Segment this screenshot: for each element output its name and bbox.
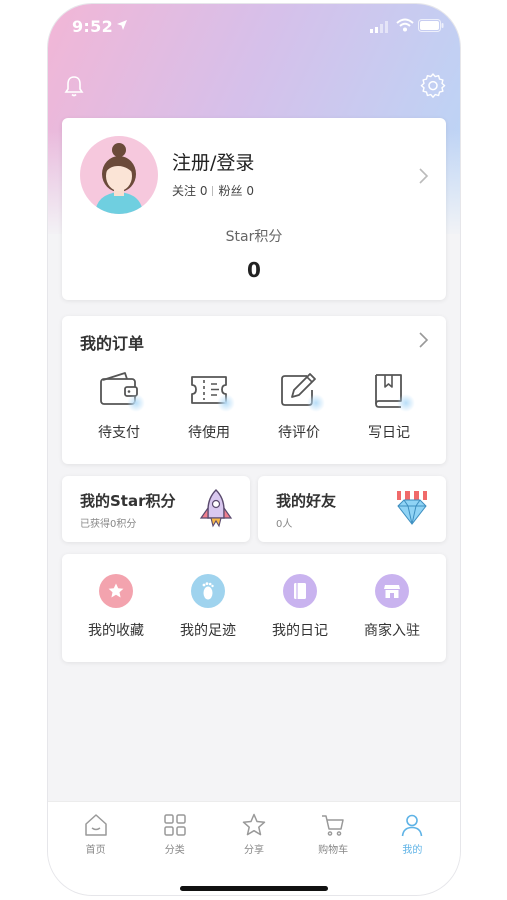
follow-stats: 关注 0 粉丝 0 bbox=[172, 182, 254, 199]
merchant-join[interactable]: 商家入驻 bbox=[350, 574, 434, 640]
service-label: 我的日记 bbox=[272, 623, 328, 639]
star-points-card[interactable]: 我的Star积分 已获得0积分 bbox=[62, 476, 250, 542]
my-favorites[interactable]: 我的收藏 bbox=[74, 574, 158, 640]
order-item-label: 写日记 bbox=[368, 425, 410, 441]
star-icon bbox=[99, 574, 133, 608]
wallet-icon bbox=[97, 370, 145, 412]
tab-category[interactable]: 分类 bbox=[138, 812, 212, 856]
rocket-icon bbox=[199, 489, 233, 528]
order-item-label: 待使用 bbox=[188, 425, 230, 441]
status-time: 9:52 bbox=[72, 17, 113, 36]
orders-card: 我的订单 待支付 待使用 待评价 写日记 bbox=[62, 316, 446, 464]
star-points-card-title: 我的Star积分 bbox=[80, 492, 176, 510]
divider bbox=[212, 186, 214, 196]
signal-icon bbox=[370, 21, 388, 33]
status-bar: 9:52 bbox=[48, 4, 460, 48]
icon-glow bbox=[217, 394, 235, 412]
services-card: 我的收藏 我的足迹 我的日记 商家入驻 bbox=[62, 554, 446, 662]
battery-icon bbox=[418, 19, 444, 32]
friends-card-subtitle: 0人 bbox=[276, 519, 293, 530]
diamond-icon bbox=[397, 491, 427, 525]
cart-icon bbox=[322, 815, 344, 836]
fans-label[interactable]: 粉丝 bbox=[218, 184, 242, 198]
order-item-label: 待评价 bbox=[278, 425, 320, 441]
order-item-label: 待支付 bbox=[98, 425, 140, 441]
location-arrow-icon bbox=[117, 20, 127, 30]
star-points-card-subtitle: 已获得0积分 bbox=[80, 519, 137, 530]
category-icon bbox=[164, 814, 186, 836]
service-label: 我的足迹 bbox=[180, 623, 236, 639]
fans-count[interactable]: 0 bbox=[246, 184, 254, 198]
order-pending-payment[interactable]: 待支付 bbox=[79, 370, 159, 450]
follow-count[interactable]: 0 bbox=[200, 184, 208, 198]
diary-book-icon bbox=[367, 370, 415, 412]
footprint-icon bbox=[191, 574, 225, 608]
tab-profile[interactable]: 我的 bbox=[375, 812, 449, 856]
order-write-diary[interactable]: 写日记 bbox=[349, 370, 429, 450]
tab-label: 分类 bbox=[164, 845, 185, 856]
gear-icon[interactable] bbox=[420, 72, 446, 98]
store-icon bbox=[375, 574, 409, 608]
order-status-row: 待支付 待使用 待评价 写日记 bbox=[62, 370, 446, 450]
tab-label: 分享 bbox=[243, 845, 264, 856]
service-label: 我的收藏 bbox=[88, 623, 144, 639]
wifi-icon bbox=[396, 18, 414, 32]
services-row: 我的收藏 我的足迹 我的日记 商家入驻 bbox=[62, 574, 446, 640]
ticket-icon bbox=[187, 370, 235, 412]
avatar-illustration-icon bbox=[95, 143, 143, 214]
home-icon bbox=[84, 814, 107, 836]
profile-icon bbox=[402, 814, 423, 837]
friends-card-title: 我的好友 bbox=[276, 492, 337, 510]
login-register-link[interactable]: 注册/登录 bbox=[172, 148, 254, 175]
service-label: 商家入驻 bbox=[364, 623, 420, 639]
chevron-right-icon[interactable] bbox=[418, 330, 430, 350]
bell-icon[interactable] bbox=[62, 74, 86, 98]
notebook-icon bbox=[283, 574, 317, 608]
order-to-use[interactable]: 待使用 bbox=[169, 370, 249, 450]
phone-screen: 9:52 注册/登录 关注 0 粉丝 0 Star积分 0 我的订单 待支付 待… bbox=[48, 4, 460, 895]
friends-card[interactable]: 我的好友 0人 bbox=[258, 476, 446, 542]
tab-label: 我的 bbox=[402, 845, 423, 856]
star-points-value: 0 bbox=[247, 258, 261, 282]
chevron-right-icon[interactable] bbox=[418, 166, 430, 186]
tab-cart[interactable]: 购物车 bbox=[296, 812, 370, 856]
tab-home[interactable]: 首页 bbox=[59, 812, 133, 856]
profile-card[interactable]: 注册/登录 关注 0 粉丝 0 Star积分 0 bbox=[62, 118, 446, 300]
my-footprints[interactable]: 我的足迹 bbox=[166, 574, 250, 640]
icon-glow bbox=[127, 394, 145, 412]
order-to-review[interactable]: 待评价 bbox=[259, 370, 339, 450]
icon-glow bbox=[307, 394, 325, 412]
tab-label: 购物车 bbox=[318, 845, 349, 856]
icon-glow bbox=[397, 394, 415, 412]
orders-title[interactable]: 我的订单 bbox=[80, 330, 144, 354]
follow-label[interactable]: 关注 bbox=[172, 184, 196, 198]
edit-review-icon bbox=[277, 370, 325, 412]
bottom-tab-bar: 首页 分类 分享 购物车 我的 bbox=[48, 801, 460, 895]
star-points-label: Star积分 bbox=[225, 229, 283, 245]
share-star-icon bbox=[242, 813, 266, 836]
avatar[interactable] bbox=[80, 136, 158, 214]
my-diary[interactable]: 我的日记 bbox=[258, 574, 342, 640]
tab-label: 首页 bbox=[85, 845, 106, 856]
tab-share[interactable]: 分享 bbox=[217, 812, 291, 856]
home-indicator[interactable] bbox=[180, 886, 328, 891]
